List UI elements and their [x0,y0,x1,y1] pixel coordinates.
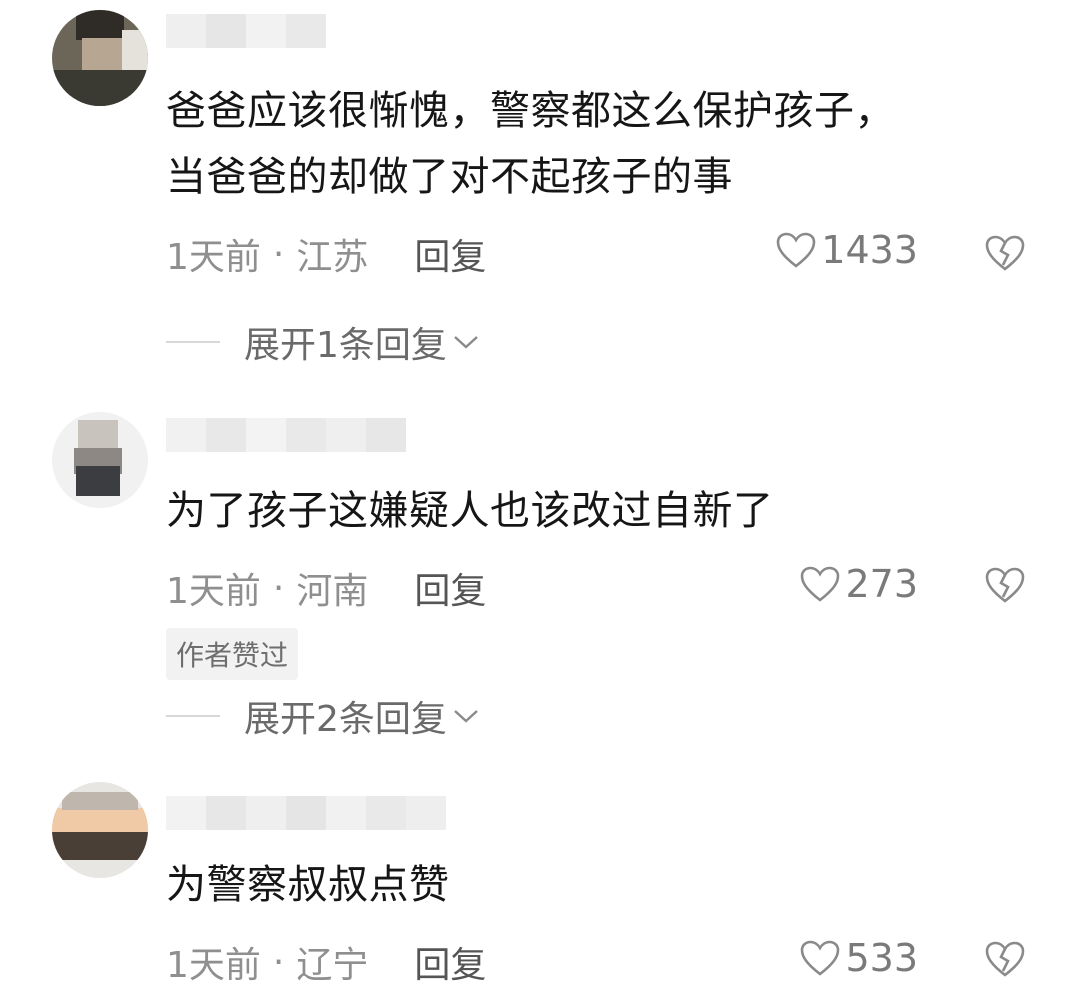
heart-outline-icon [801,566,840,602]
reply-button[interactable]: 回复 [414,562,486,614]
chevron-down-icon [454,336,478,349]
chevron-down-icon [454,710,478,723]
comment-location: 辽宁 [296,945,369,986]
like-count: 1433 [821,228,918,272]
comment-time: 1天前 [166,571,261,612]
author-liked-badge: 作者赞过 [166,628,299,680]
comment-line: 爸爸应该很惭愧，警察都这么保护孩子， [166,88,895,134]
like-button[interactable]: 1433 [775,228,918,272]
divider [166,341,220,343]
like-count: 533 [845,936,918,980]
expand-replies-button[interactable]: 展开2条回复 [166,690,481,742]
like-button[interactable]: 533 [799,936,918,980]
comment-text: 为了孩子这嫌疑人也该改过自新了 [166,478,774,544]
meta-separator: · [272,941,285,983]
reply-button[interactable]: 回复 [414,936,486,988]
heart-outline-icon [776,232,816,268]
comment-location: 河南 [296,571,369,612]
comment-meta: 1天前 · 江苏 回复 [166,228,486,280]
reply-button[interactable]: 回复 [414,228,486,280]
meta-separator: · [272,233,285,275]
avatar[interactable] [52,782,148,878]
expand-label: 展开2条回复 [244,699,447,740]
comment-time: 1天前 [166,237,261,278]
expand-replies-button[interactable]: 展开1条回复 [166,316,481,368]
broken-heart-icon[interactable] [984,564,1026,606]
comment-text: 为警察叔叔点赞 [166,852,450,918]
divider [166,715,220,717]
like-count: 273 [845,562,918,606]
like-button[interactable]: 273 [799,562,918,606]
heart-outline-icon [801,940,840,976]
comment-line: 为了孩子这嫌疑人也该改过自新了 [166,488,774,534]
username-blurred[interactable] [166,418,456,452]
comment-time: 1天前 [166,945,261,986]
comment-line: 当爸爸的却做了对不起孩子的事 [166,154,733,200]
comment-text: 爸爸应该很惭愧，警察都这么保护孩子， 当爸爸的却做了对不起孩子的事 [166,78,895,210]
broken-heart-icon[interactable] [984,232,1026,274]
avatar[interactable] [52,10,148,106]
avatar[interactable] [52,412,148,508]
comment-location: 江苏 [296,237,369,278]
username-blurred[interactable] [166,796,446,830]
expand-label: 展开1条回复 [244,325,447,366]
meta-separator: · [272,567,285,609]
broken-heart-icon[interactable] [984,938,1026,980]
username-blurred[interactable] [166,14,446,48]
comment-meta: 1天前 · 河南 回复 [166,562,486,614]
comment-meta: 1天前 · 辽宁 回复 [166,936,486,988]
comment-line: 为警察叔叔点赞 [166,862,450,908]
